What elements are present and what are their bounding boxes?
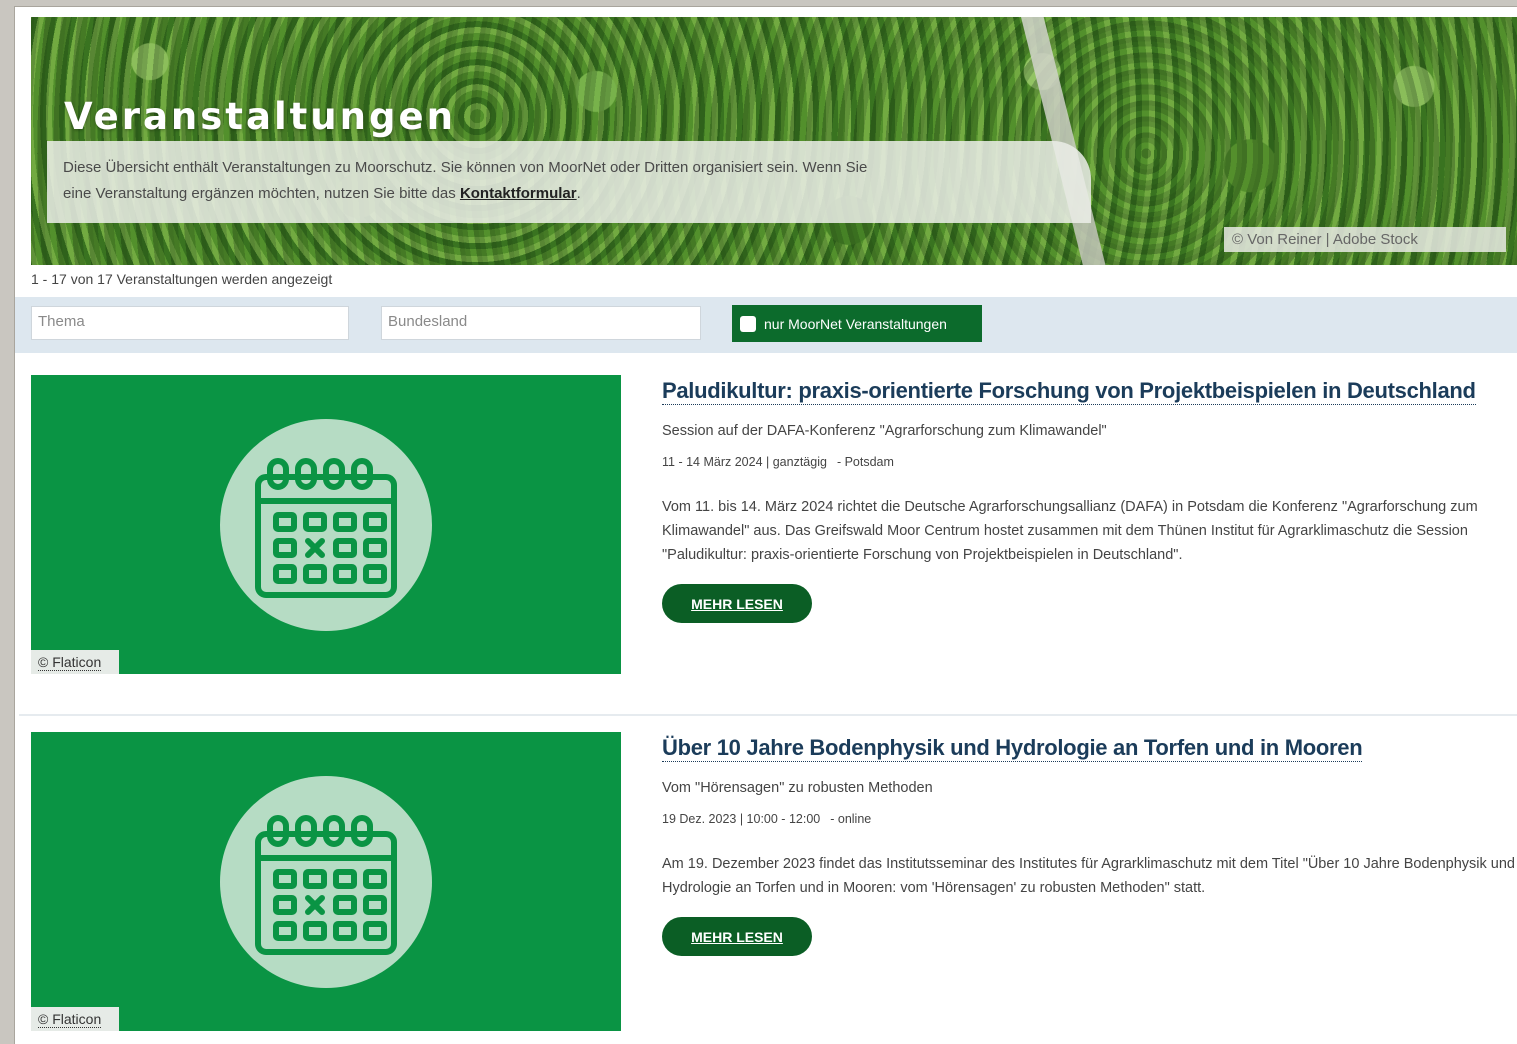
checkbox-icon[interactable] bbox=[740, 315, 756, 332]
read-more-label: MEHR LESEN bbox=[691, 595, 783, 612]
thumbnail-credit-text: © Flaticon bbox=[38, 654, 102, 671]
thumbnail-credit: © Flaticon bbox=[31, 650, 119, 674]
event-meta: 19 Dez. 2023 | 10:00 - 12:00 - online bbox=[662, 812, 871, 826]
event-thumbnail[interactable]: © Flaticon bbox=[31, 375, 621, 674]
calendar-icon bbox=[255, 815, 397, 955]
event-date: 11 - 14 März 2024 | ganztägig bbox=[662, 455, 827, 469]
image-credit: © Von Reiner | Adobe Stock bbox=[1224, 227, 1506, 252]
thumbnail-credit: © Flaticon bbox=[31, 1007, 119, 1031]
read-more-button[interactable]: MEHR LESEN bbox=[662, 584, 812, 623]
event-date: 19 Dez. 2023 | 10:00 - 12:00 bbox=[662, 812, 821, 826]
contact-form-link[interactable]: Kontaktformular bbox=[460, 185, 577, 202]
thumbnail-credit-text: © Flaticon bbox=[38, 1011, 102, 1028]
event-meta: 11 - 14 März 2024 | ganztägig - Potsdam bbox=[662, 455, 894, 469]
event-title[interactable]: Paludikultur: praxis-orientierte Forschu… bbox=[662, 378, 1476, 405]
intro-box: Diese Übersicht enthält Veranstaltungen … bbox=[47, 141, 1091, 223]
divider bbox=[19, 714, 1517, 716]
intro-text: Diese Übersicht enthält Veranstaltungen … bbox=[63, 155, 883, 207]
event-description: Am 19. Dezember 2023 findet das Institut… bbox=[662, 856, 1516, 896]
event-location: - online bbox=[830, 812, 872, 826]
event-description: Vom 11. bis 14. März 2024 richtet die De… bbox=[662, 499, 1478, 563]
thema-filter[interactable]: Thema bbox=[31, 306, 349, 340]
page-title: Veranstaltungen bbox=[64, 95, 456, 138]
event-subtitle: Vom "Hörensagen" zu robusten Methoden bbox=[662, 780, 933, 796]
thema-placeholder: Thema bbox=[38, 313, 85, 330]
hero-banner: Veranstaltungen Diese Übersicht enthält … bbox=[31, 17, 1517, 265]
bundesland-filter[interactable]: Bundesland bbox=[381, 306, 701, 340]
read-more-label: MEHR LESEN bbox=[691, 928, 783, 945]
read-more-button[interactable]: MEHR LESEN bbox=[662, 917, 812, 956]
calendar-icon bbox=[255, 458, 397, 598]
event-thumbnail[interactable]: © Flaticon bbox=[31, 732, 621, 1031]
event-location: - Potsdam bbox=[836, 455, 894, 469]
filter-bar: Thema Bundesland nur MoorNet Veranstaltu… bbox=[15, 297, 1517, 353]
moornet-only-label: nur MoorNet Veranstaltungen bbox=[764, 315, 947, 332]
event-title[interactable]: Über 10 Jahre Bodenphysik und Hydrologie… bbox=[662, 735, 1363, 762]
bundesland-placeholder: Bundesland bbox=[388, 313, 468, 330]
moornet-only-toggle[interactable]: nur MoorNet Veranstaltungen bbox=[732, 305, 982, 342]
page: Veranstaltungen Diese Übersicht enthält … bbox=[14, 6, 1517, 1044]
result-count: 1 - 17 von 17 Veranstaltungen werden ang… bbox=[31, 271, 333, 287]
event-subtitle: Session auf der DAFA-Konferenz "Agrarfor… bbox=[662, 423, 1107, 439]
intro-end: . bbox=[576, 185, 581, 202]
